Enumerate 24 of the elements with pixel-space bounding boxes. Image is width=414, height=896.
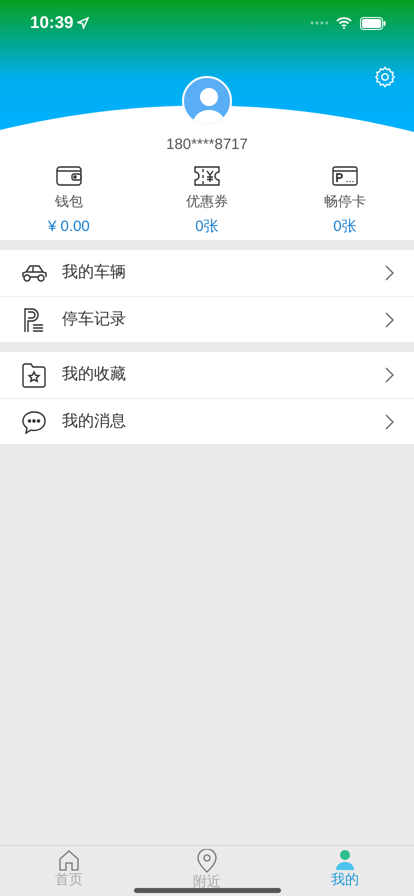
chevron-right-icon [385, 414, 394, 430]
home-icon [58, 849, 80, 871]
wifi-icon [336, 17, 352, 29]
stat-item[interactable]: 钱包 ¥ 0.00 [0, 164, 138, 238]
chevron-right-icon [385, 265, 394, 281]
parking-card-icon [332, 164, 358, 186]
chevron-right-icon [385, 367, 394, 383]
phone-number: 180****8717 [165, 135, 249, 155]
wallet-icon [56, 164, 82, 186]
car-icon [20, 263, 48, 283]
person-icon [334, 849, 356, 871]
battery-icon [360, 16, 386, 30]
status-time: 10:39 [30, 12, 74, 34]
ticket-icon [194, 164, 220, 186]
chevron-right-icon [385, 312, 394, 328]
chat-bubble-icon [21, 410, 47, 434]
location-pin-icon [196, 849, 218, 873]
parking-record-icon [22, 306, 46, 332]
signal-icon [310, 21, 328, 25]
location-arrow-icon [77, 17, 90, 29]
stat-item[interactable]: 优惠券 0张 [138, 164, 276, 238]
stat-item[interactable]: 畅停卡 0张 [276, 164, 414, 238]
settings-icon[interactable] [374, 66, 396, 88]
star-folder-icon [21, 362, 47, 388]
